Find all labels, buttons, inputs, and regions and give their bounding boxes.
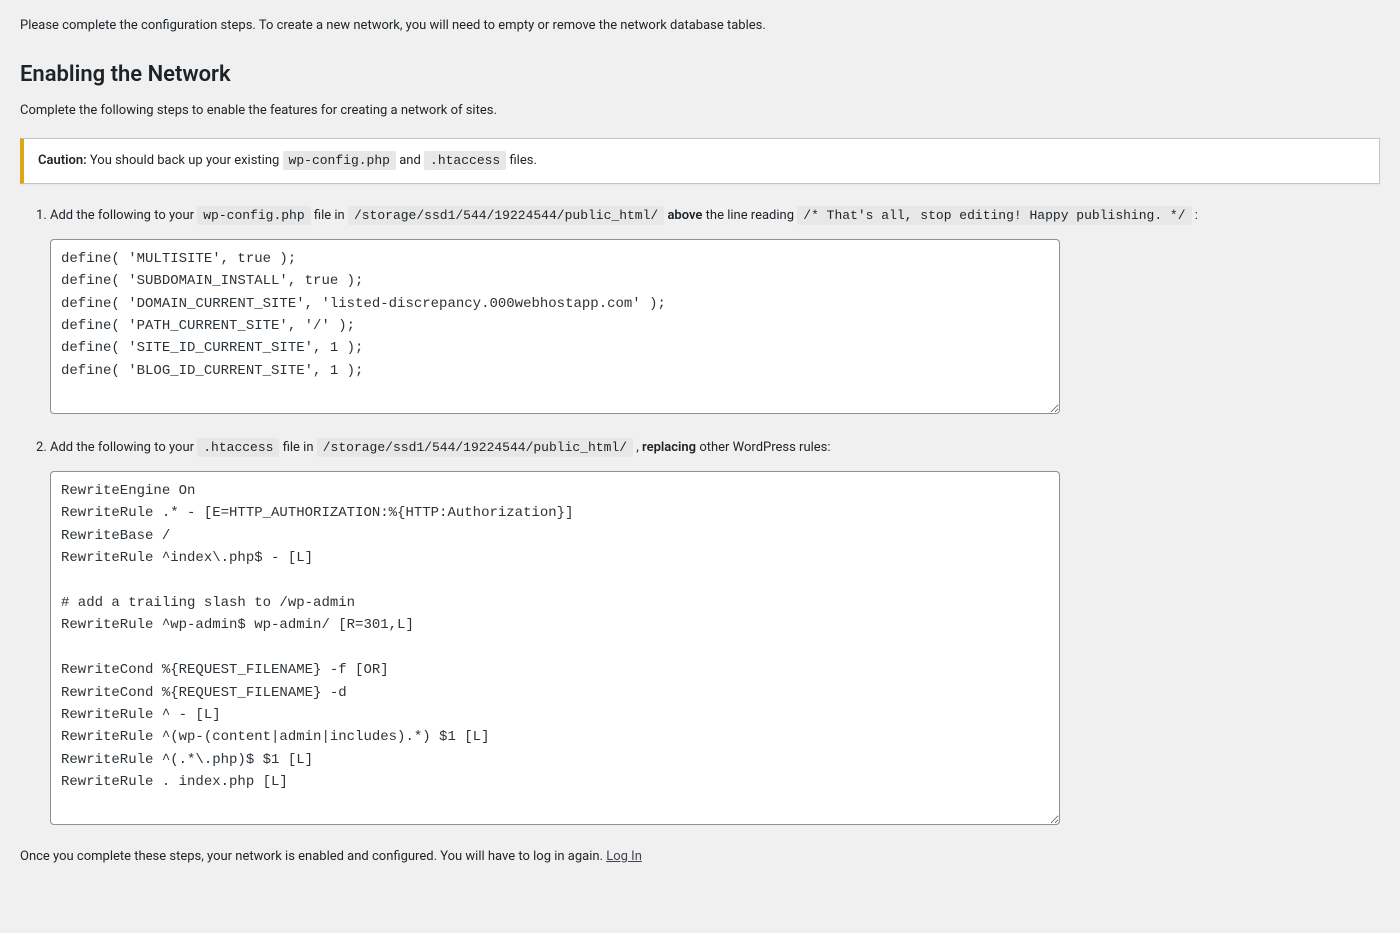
step-1-text: Add the following to your wp-config.php … (50, 204, 1380, 227)
step1-above: above (667, 208, 702, 223)
step1-path: /storage/ssd1/544/19224544/public_html/ (348, 206, 664, 225)
caution-file-htaccess: .htaccess (424, 151, 506, 170)
step-2-text: Add the following to your .htaccess file… (50, 436, 1380, 459)
htaccess-code[interactable] (50, 471, 1060, 825)
login-link[interactable]: Log In (606, 849, 642, 864)
step1-mid3: the line reading (706, 208, 798, 223)
section-subtext: Complete the following steps to enable t… (20, 101, 1380, 121)
network-setup-wrap: Please complete the configuration steps.… (0, 0, 1400, 906)
step-1: Add the following to your wp-config.php … (50, 204, 1380, 414)
wp-config-code[interactable] (50, 239, 1060, 414)
caution-label: Caution: (38, 153, 87, 168)
step1-pre: Add the following to your (50, 208, 197, 223)
step2-replacing: replacing (642, 440, 696, 455)
caution-post: files. (509, 153, 536, 168)
step2-post: other WordPress rules: (699, 440, 830, 455)
step1-post: : (1195, 208, 1198, 223)
step2-path: /storage/ssd1/544/19224544/public_html/ (317, 438, 633, 457)
intro-text: Please complete the configuration steps.… (20, 16, 1380, 36)
step2-pre: Add the following to your (50, 440, 197, 455)
section-heading: Enabling the Network (20, 58, 1380, 91)
steps-list: Add the following to your wp-config.php … (34, 204, 1380, 825)
step2-file: .htaccess (197, 438, 279, 457)
caution-mid: and (399, 153, 424, 168)
caution-file-wpconfig: wp-config.php (283, 151, 396, 170)
final-text: Once you complete these steps, your netw… (20, 849, 606, 864)
step1-file: wp-config.php (197, 206, 310, 225)
final-paragraph: Once you complete these steps, your netw… (20, 847, 1380, 867)
caution-pre: You should back up your existing (90, 153, 283, 168)
caution-notice: Caution: You should back up your existin… (20, 138, 1380, 184)
step-2: Add the following to your .htaccess file… (50, 436, 1380, 825)
step1-mid1: file in (314, 208, 348, 223)
step1-comment: /* That's all, stop editing! Happy publi… (797, 206, 1191, 225)
step2-mid1: file in (283, 440, 317, 455)
